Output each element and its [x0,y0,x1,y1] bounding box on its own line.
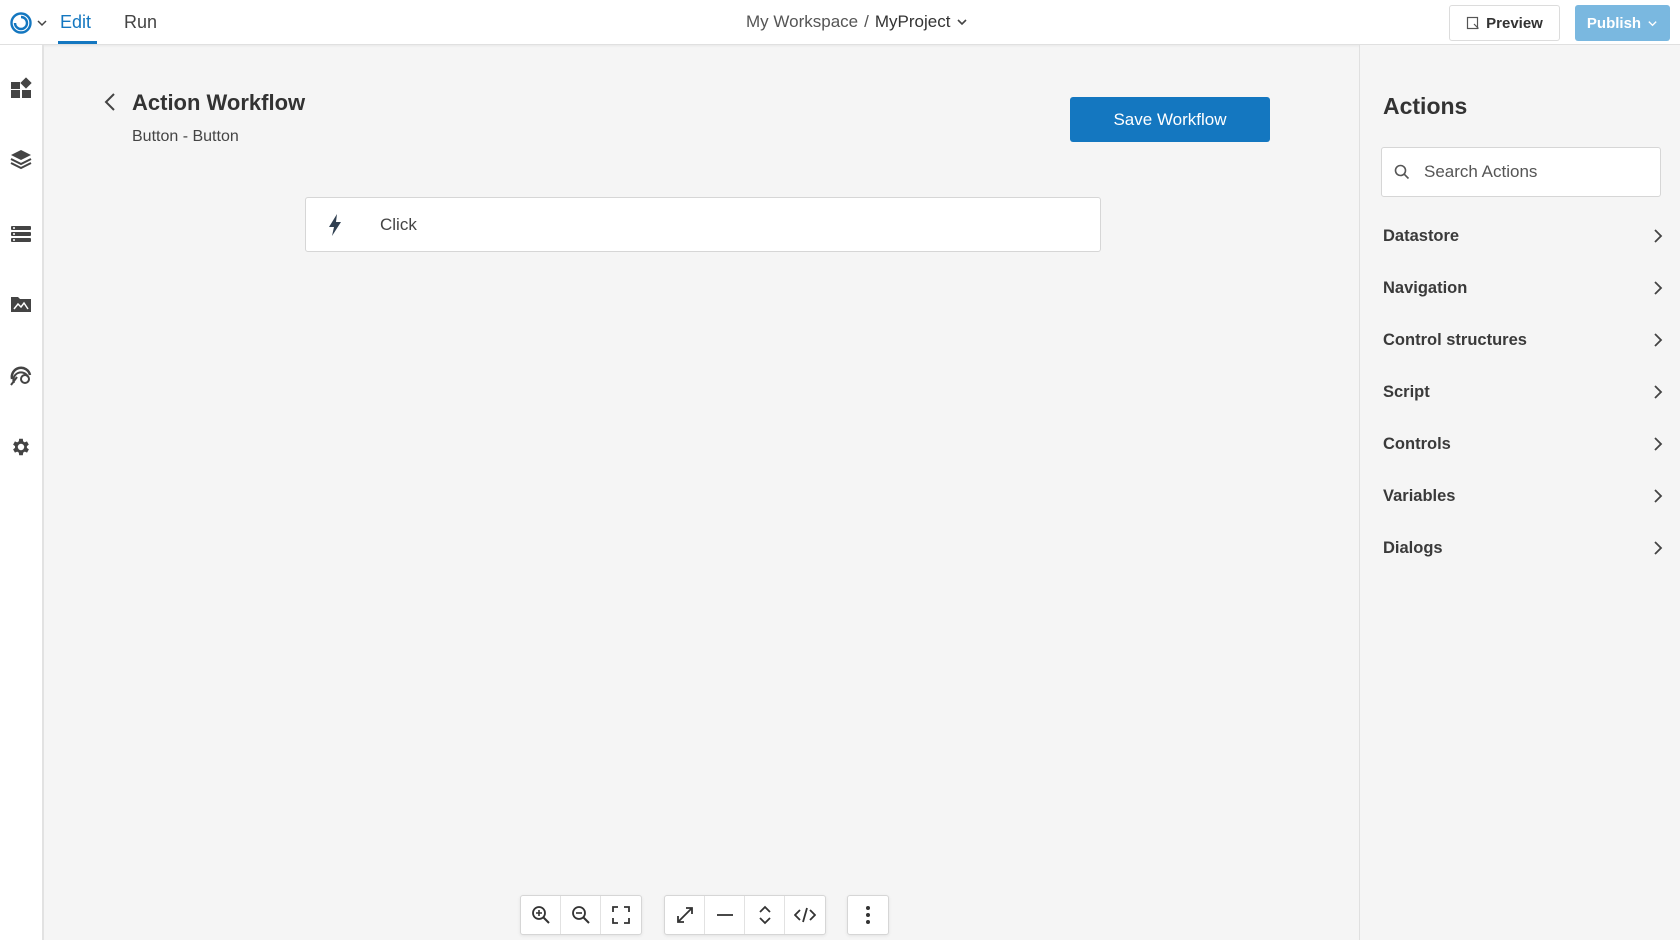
zoom-out-icon [571,906,590,924]
preview-icon [1467,16,1480,30]
api-icon[interactable] [8,363,34,389]
search-icon [1394,164,1410,180]
breadcrumb: My Workspace / MyProject [746,12,968,32]
breadcrumb-workspace[interactable]: My Workspace [746,12,858,32]
chevron-right-icon [1654,437,1663,451]
chevron-right-icon [1654,385,1663,399]
fit-screen-button[interactable] [601,896,641,934]
chevron-down-icon [957,19,967,26]
trigger-label: Click [380,214,417,234]
publish-label: Publish [1586,14,1642,32]
chevron-right-icon [1654,333,1663,347]
collapse-button[interactable] [705,896,745,934]
chevron-right-icon [1654,541,1663,555]
save-workflow-button[interactable]: Save Workflow [1070,97,1270,142]
category-label: Control structures [1383,330,1527,349]
preview-button[interactable]: Preview [1449,5,1560,41]
fit-screen-icon [612,906,630,924]
breadcrumb-separator: / [864,12,869,31]
chevron-down-icon [37,20,47,27]
action-category-script[interactable]: Script [1383,377,1663,407]
expand-icon [676,907,693,923]
zoom-out-button[interactable] [561,896,601,934]
preview-label: Preview [1486,14,1543,32]
tab-run[interactable]: Run [124,12,157,44]
left-sidebar [0,45,44,940]
category-label: Script [1383,382,1430,401]
zoom-in-icon [531,906,550,924]
category-label: Navigation [1383,278,1468,297]
tab-edit[interactable]: Edit [57,12,98,44]
category-label: Dialogs [1383,538,1443,557]
layout-toolbar [664,895,826,935]
trigger-node-click[interactable]: Click [305,197,1101,252]
chevron-down-icon [1648,20,1657,26]
action-category-variables[interactable]: Variables [1383,481,1663,511]
bolt-icon [328,213,348,237]
expand-button[interactable] [665,896,705,934]
category-label: Controls [1383,434,1451,453]
chevron-right-icon [1654,489,1663,503]
page-title: Action Workflow [132,90,306,115]
top-bar: Edit Run My Workspace / MyProject Previe… [0,0,1680,45]
action-category-control-structures[interactable]: Control structures [1383,325,1663,355]
action-category-datastore[interactable]: Datastore [1383,221,1663,251]
breadcrumb-project: MyProject [874,12,951,31]
code-view-button[interactable] [785,896,825,934]
dashboard-icon[interactable] [8,75,34,101]
category-label: Datastore [1383,226,1460,245]
more-options-button[interactable] [848,896,888,934]
expand-vertical-icon [758,905,771,925]
list-icon[interactable] [8,221,34,247]
more-toolbar [847,895,889,935]
search-actions-input[interactable] [1424,162,1644,182]
category-label: Variables [1383,486,1456,505]
actions-panel: Actions Datastore Navigation Control str… [1359,45,1680,940]
expand-vertical-button[interactable] [745,896,785,934]
chevron-right-icon [1654,229,1663,243]
chevron-left-icon [104,93,115,111]
settings-icon[interactable] [8,434,34,460]
layers-icon[interactable] [8,146,34,172]
zoom-toolbar [520,895,642,935]
image-icon[interactable] [8,291,34,317]
chevron-right-icon [1654,281,1663,295]
page-subtitle: Button - Button [132,128,239,145]
action-category-controls[interactable]: Controls [1383,429,1663,459]
zoom-in-button[interactable] [521,896,561,934]
action-category-navigation[interactable]: Navigation [1383,273,1663,303]
app-logo-menu[interactable] [9,11,49,35]
logo-icon [10,12,32,34]
search-actions-box [1381,147,1661,197]
action-category-dialogs[interactable]: Dialogs [1383,533,1663,563]
back-button[interactable] [100,90,120,114]
project-selector[interactable]: MyProject [875,12,969,32]
collapse-line-icon [716,914,733,916]
more-vertical-icon [866,906,870,924]
actions-panel-title: Actions [1383,93,1468,119]
code-icon [794,907,816,923]
publish-button[interactable]: Publish [1575,5,1670,41]
